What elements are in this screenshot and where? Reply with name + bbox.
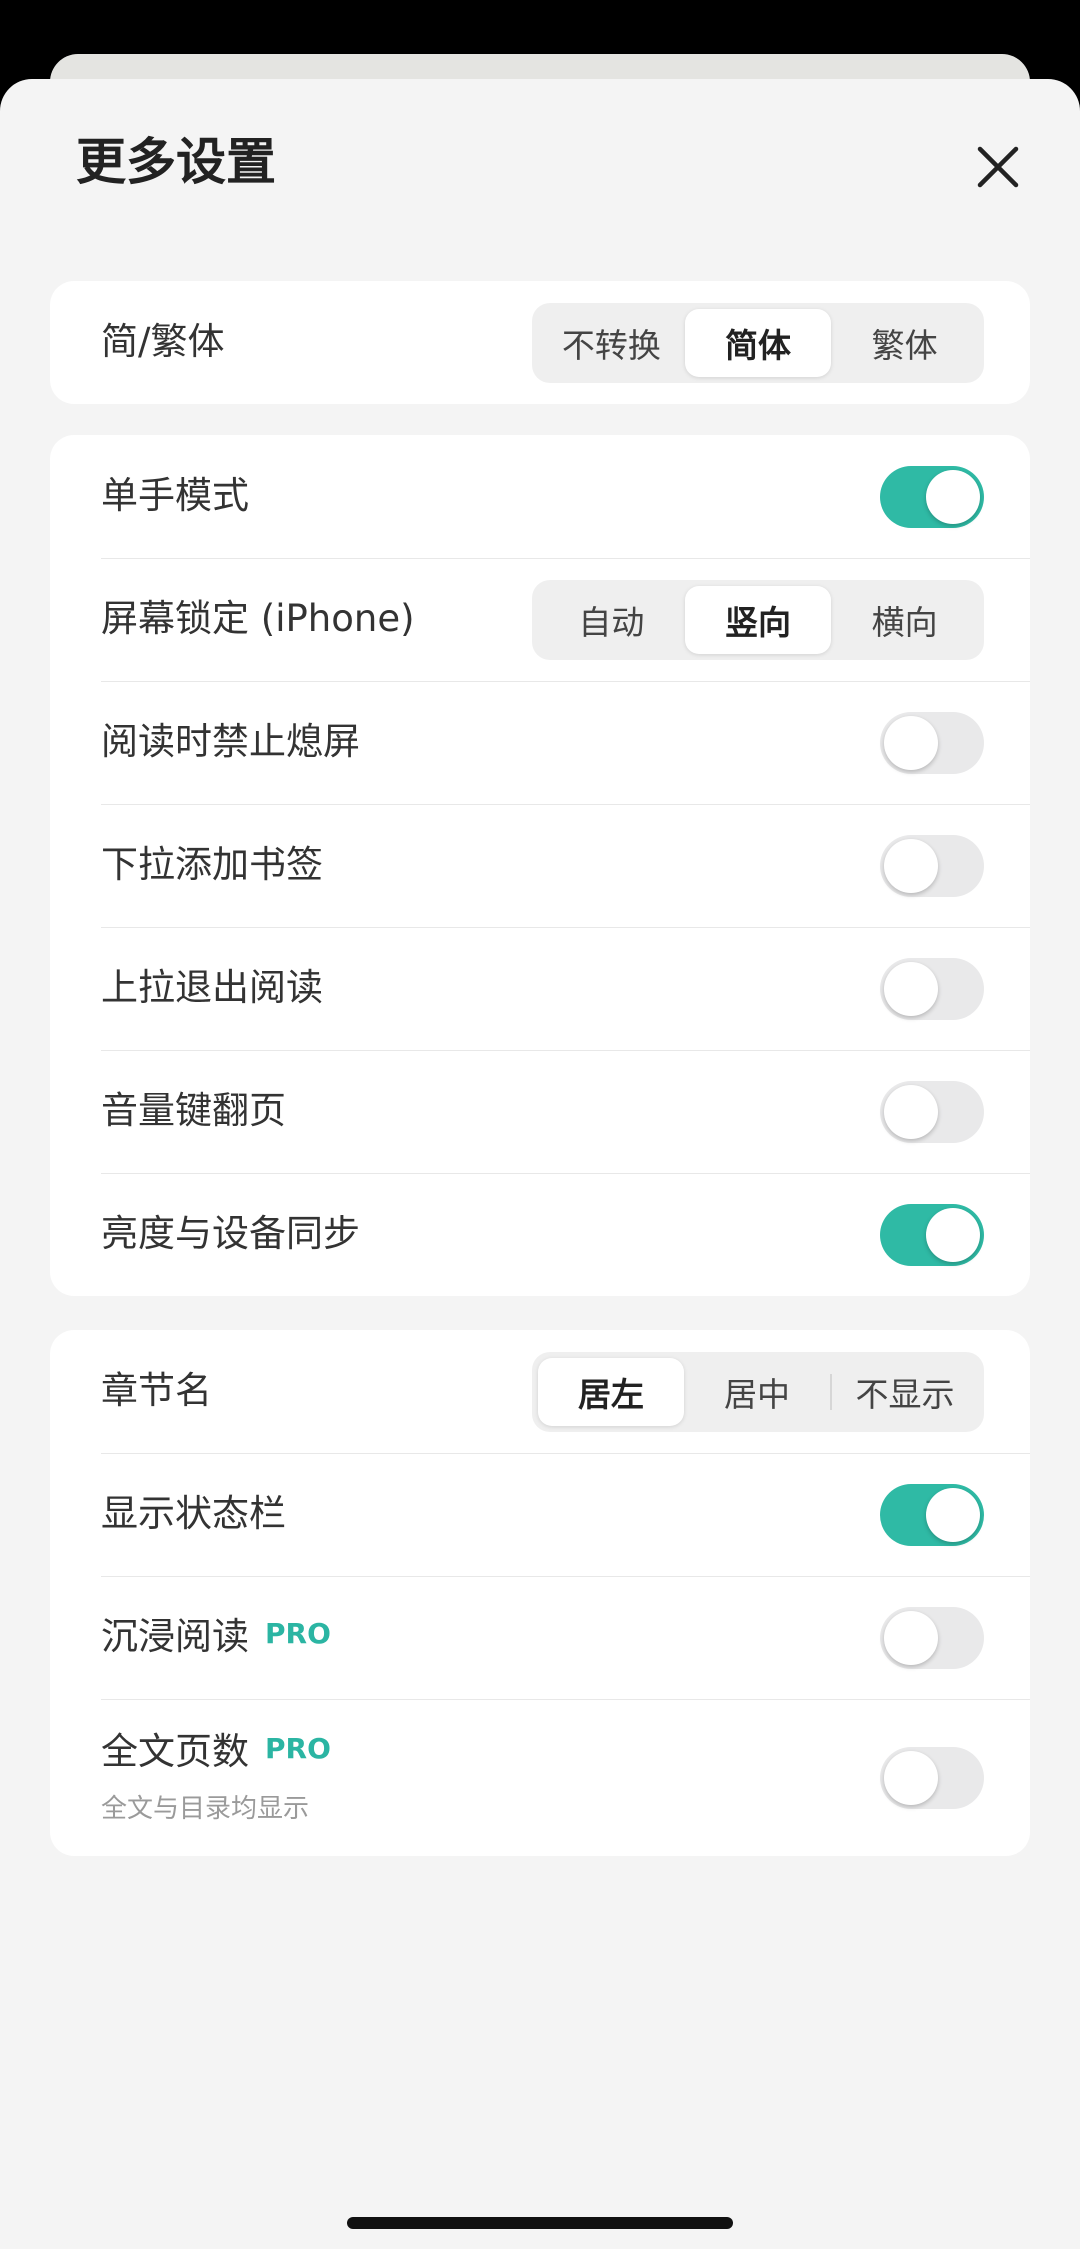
conversion-option-traditional[interactable]: 繁体: [831, 309, 978, 377]
pull-exit-label: 上拉退出阅读: [101, 966, 323, 1010]
brightness-sync-label: 亮度与设备同步: [101, 1212, 360, 1256]
pull-bookmark-label: 下拉添加书签: [101, 843, 323, 887]
display-card: 章节名 居左 居中 不显示 显示状态栏 沉浸阅读 PRO 全文页数 PRO 全文与目…: [50, 1330, 1030, 1856]
toggle-knob: [926, 469, 980, 524]
close-icon: [977, 146, 1019, 188]
screen-lock-row: 屏幕锁定 (iPhone) 自动 竖向 横向: [50, 558, 1030, 681]
screen-lock-label: 屏幕锁定 (iPhone): [101, 597, 415, 641]
screen-lock-option-auto[interactable]: 自动: [538, 586, 685, 654]
immersive-label: 沉浸阅读: [101, 1615, 249, 1659]
page-count-label: 全文页数: [101, 1729, 249, 1773]
settings-sheet: 更多设置 简/繁体 不转换 简体 繁体 单手模式 屏幕锁定 (iPhone) 自…: [0, 79, 1080, 2249]
volume-page-row: 音量键翻页: [50, 1050, 1030, 1173]
brightness-sync-row: 亮度与设备同步: [50, 1173, 1030, 1296]
chapter-name-row: 章节名 居左 居中 不显示: [50, 1330, 1030, 1453]
page-count-subtitle: 全文与目录均显示: [101, 1794, 310, 1825]
one-hand-row: 单手模式: [50, 435, 1030, 558]
conversion-option-none[interactable]: 不转换: [538, 309, 685, 377]
toggle-knob: [884, 1084, 938, 1139]
keep-awake-toggle[interactable]: [880, 711, 984, 774]
chapter-option-hide[interactable]: 不显示: [832, 1358, 978, 1426]
pull-exit-toggle[interactable]: [880, 957, 984, 1020]
conversion-segmented: 不转换 简体 繁体: [532, 302, 984, 383]
one-hand-label: 单手模式: [101, 474, 249, 518]
status-bar-label: 显示状态栏: [101, 1492, 286, 1536]
conversion-card: 简/繁体 不转换 简体 繁体: [50, 281, 1030, 404]
toggle-knob: [926, 1487, 980, 1542]
close-button[interactable]: [968, 137, 1028, 197]
conversion-row: 简/繁体 不转换 简体 繁体: [50, 281, 1030, 404]
immersive-toggle[interactable]: [880, 1606, 984, 1669]
pro-badge: PRO: [265, 1617, 331, 1651]
sheet-title: 更多设置: [76, 133, 276, 191]
pro-badge: PRO: [265, 1731, 331, 1765]
chapter-name-label: 章节名: [101, 1369, 212, 1413]
screen-lock-option-landscape[interactable]: 横向: [831, 586, 978, 654]
keep-awake-row: 阅读时禁止熄屏: [50, 681, 1030, 804]
page-count-row: 全文页数 PRO 全文与目录均显示: [50, 1699, 1030, 1856]
conversion-label: 简/繁体: [101, 320, 225, 364]
pull-bookmark-toggle[interactable]: [880, 834, 984, 897]
one-hand-toggle[interactable]: [880, 465, 984, 528]
keep-awake-label: 阅读时禁止熄屏: [101, 720, 360, 764]
chapter-option-center[interactable]: 居中: [684, 1358, 830, 1426]
brightness-sync-toggle[interactable]: [880, 1203, 984, 1266]
toggle-knob: [884, 1750, 938, 1805]
page-count-toggle[interactable]: [880, 1746, 984, 1809]
volume-page-toggle[interactable]: [880, 1080, 984, 1143]
screen-lock-segmented: 自动 竖向 横向: [532, 579, 984, 660]
status-bar-row: 显示状态栏: [50, 1453, 1030, 1576]
pull-exit-row: 上拉退出阅读: [50, 927, 1030, 1050]
status-bar-toggle[interactable]: [880, 1483, 984, 1546]
immersive-row: 沉浸阅读 PRO: [50, 1576, 1030, 1699]
home-indicator: [347, 2217, 733, 2229]
volume-page-label: 音量键翻页: [101, 1089, 286, 1133]
toggle-knob: [884, 1610, 938, 1665]
screen-lock-option-portrait[interactable]: 竖向: [684, 585, 832, 654]
chapter-option-left[interactable]: 居左: [538, 1357, 684, 1426]
reading-card: 单手模式 屏幕锁定 (iPhone) 自动 竖向 横向 阅读时禁止熄屏 下拉添加…: [50, 435, 1030, 1296]
toggle-knob: [884, 715, 938, 770]
conversion-option-simplified[interactable]: 简体: [684, 308, 832, 377]
toggle-knob: [884, 838, 938, 893]
toggle-knob: [884, 961, 938, 1016]
toggle-knob: [926, 1207, 980, 1262]
pull-bookmark-row: 下拉添加书签: [50, 804, 1030, 927]
chapter-name-segmented: 居左 居中 不显示: [532, 1351, 984, 1432]
